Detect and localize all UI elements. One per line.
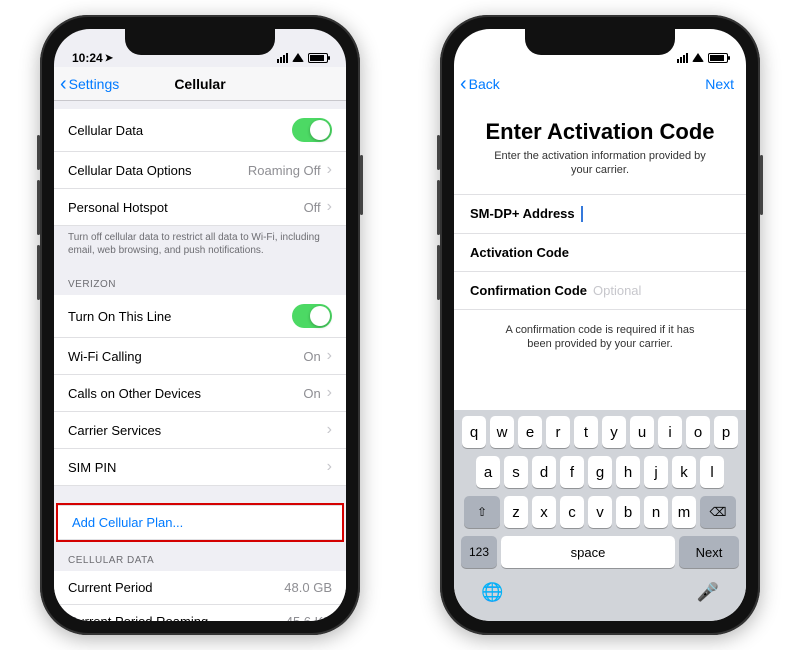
mic-icon[interactable]: 🎤	[697, 582, 719, 603]
wifi-icon	[692, 51, 704, 65]
field-confirmation-code[interactable]: Confirmation Code Optional	[454, 271, 746, 310]
keyboard[interactable]: qwertyuiop asdfghjkl ⇧zxcvbnm⌫ 123 space…	[454, 410, 746, 621]
key-n[interactable]: n	[644, 496, 668, 528]
key-y[interactable]: y	[602, 416, 626, 448]
nav-bar: ‹Back Next	[454, 67, 746, 101]
settings-list[interactable]: Cellular Data Cellular Data Options Roam…	[54, 101, 346, 621]
keyboard-row-3: ⇧zxcvbnm⌫	[457, 496, 743, 528]
key-r[interactable]: r	[546, 416, 570, 448]
cell-hotspot[interactable]: Personal Hotspot Off›	[54, 189, 346, 226]
signal-icon	[677, 53, 688, 63]
key-h[interactable]: h	[616, 456, 640, 488]
key-z[interactable]: z	[504, 496, 528, 528]
key-k[interactable]: k	[672, 456, 696, 488]
key-backspace[interactable]: ⌫	[700, 496, 736, 528]
chevron-left-icon: ‹	[60, 77, 67, 91]
cell-current-period: Current Period 48.0 GB	[54, 571, 346, 605]
back-button[interactable]: ‹Back	[460, 76, 500, 92]
key-p[interactable]: p	[714, 416, 738, 448]
section-footer: Turn off cellular data to restrict all d…	[54, 226, 346, 265]
key-e[interactable]: e	[518, 416, 542, 448]
field-smdp-address[interactable]: SM-DP+ Address	[454, 194, 746, 234]
chevron-right-icon: ›	[327, 347, 332, 365]
chevron-right-icon: ›	[327, 421, 332, 439]
chevron-right-icon: ›	[327, 198, 332, 216]
key-o[interactable]: o	[686, 416, 710, 448]
chevron-right-icon: ›	[327, 458, 332, 476]
toggle-cellular-data[interactable]	[292, 118, 332, 142]
field-activation-code[interactable]: Activation Code	[454, 233, 746, 272]
key-q[interactable]: q	[462, 416, 486, 448]
key-j[interactable]: j	[644, 456, 668, 488]
key-next[interactable]: Next	[679, 536, 739, 568]
cell-add-cellular-plan[interactable]: Add Cellular Plan...	[58, 505, 342, 540]
key-f[interactable]: f	[560, 456, 584, 488]
chevron-left-icon: ‹	[460, 77, 467, 91]
cell-turn-on-line[interactable]: Turn On This Line	[54, 295, 346, 338]
wifi-icon	[292, 51, 304, 65]
next-button[interactable]: Next	[705, 76, 734, 92]
key-space[interactable]: space	[501, 536, 675, 568]
cell-cellular-data[interactable]: Cellular Data	[54, 109, 346, 152]
location-icon: ➤	[105, 53, 113, 64]
key-c[interactable]: c	[560, 496, 584, 528]
key-123[interactable]: 123	[461, 536, 497, 568]
cell-calls-other[interactable]: Calls on Other Devices On›	[54, 375, 346, 412]
key-a[interactable]: a	[476, 456, 500, 488]
battery-icon	[308, 53, 328, 63]
notch	[525, 29, 675, 55]
signal-icon	[277, 53, 288, 63]
cell-data-options[interactable]: Cellular Data Options Roaming Off›	[54, 152, 346, 189]
chevron-right-icon: ›	[327, 384, 332, 402]
keyboard-row-1: qwertyuiop	[457, 416, 743, 448]
text-cursor	[581, 206, 583, 222]
nav-bar: ‹Settings Cellular	[54, 67, 346, 101]
key-shift[interactable]: ⇧	[464, 496, 500, 528]
key-m[interactable]: m	[672, 496, 696, 528]
battery-icon	[708, 53, 728, 63]
keyboard-row-2: asdfghjkl	[457, 456, 743, 488]
key-s[interactable]: s	[504, 456, 528, 488]
toggle-line[interactable]	[292, 304, 332, 328]
key-x[interactable]: x	[532, 496, 556, 528]
key-u[interactable]: u	[630, 416, 654, 448]
right-phone-frame: ‹Back Next Enter Activation Code Enter t…	[440, 15, 760, 635]
section-header-verizon: VERIZON	[54, 265, 346, 295]
key-w[interactable]: w	[490, 416, 514, 448]
notch	[125, 29, 275, 55]
status-time: 10:24	[72, 51, 103, 65]
cell-carrier-services[interactable]: Carrier Services ›	[54, 412, 346, 449]
key-v[interactable]: v	[588, 496, 612, 528]
nav-title: Cellular	[174, 76, 225, 92]
page-subtitle: Enter the activation information provide…	[454, 149, 746, 194]
left-phone-frame: 10:24➤ ‹Settings Cellular Cellular Data …	[40, 15, 360, 635]
key-b[interactable]: b	[616, 496, 640, 528]
globe-icon[interactable]: 🌐	[481, 582, 503, 603]
key-l[interactable]: l	[700, 456, 724, 488]
key-t[interactable]: t	[574, 416, 598, 448]
back-button[interactable]: ‹Settings	[60, 76, 119, 92]
key-i[interactable]: i	[658, 416, 682, 448]
confirmation-hint: A confirmation code is required if it ha…	[454, 309, 746, 367]
cell-sim-pin[interactable]: SIM PIN ›	[54, 449, 346, 486]
cell-wifi-calling[interactable]: Wi-Fi Calling On›	[54, 338, 346, 375]
highlight-add-plan: Add Cellular Plan...	[56, 503, 344, 542]
section-header-cellular-data: CELLULAR DATA	[54, 541, 346, 571]
key-g[interactable]: g	[588, 456, 612, 488]
page-title: Enter Activation Code	[454, 101, 746, 149]
key-d[interactable]: d	[532, 456, 556, 488]
cell-current-period-roaming: Current Period Roaming 45.6 KB	[54, 605, 346, 621]
keyboard-row-4: 123 space Next	[457, 536, 743, 568]
chevron-right-icon: ›	[327, 161, 332, 179]
